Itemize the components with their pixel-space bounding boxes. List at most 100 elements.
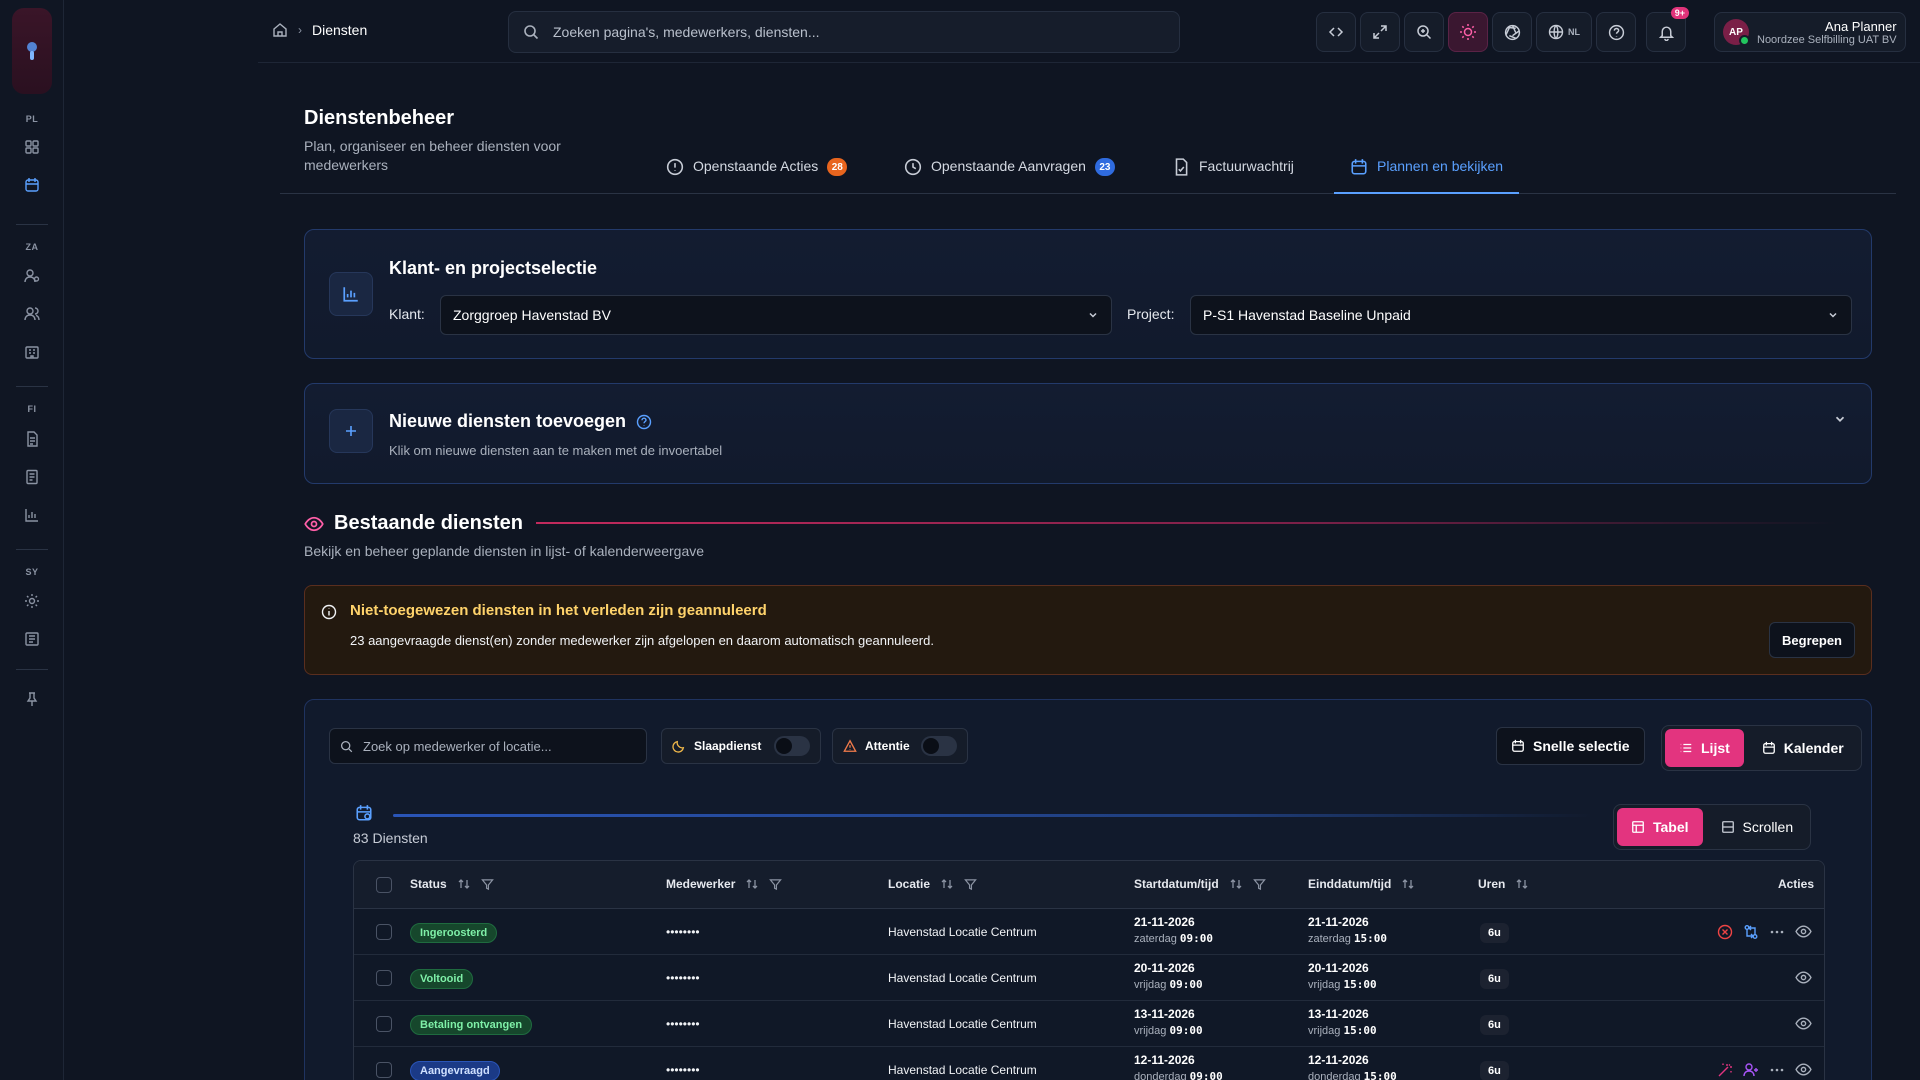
start-date: 20-11-2026 xyxy=(1134,961,1195,975)
column-header-medewerker[interactable]: Medewerker xyxy=(666,877,783,891)
language-button[interactable]: NL xyxy=(1536,12,1592,52)
sort-icon[interactable] xyxy=(1401,878,1415,890)
status-badge: Aangevraagd xyxy=(410,1061,500,1080)
more-options-icon[interactable] xyxy=(1769,1062,1785,1078)
collapse-sidebar-button[interactable] xyxy=(1316,12,1356,52)
table-view-button[interactable]: Tabel xyxy=(1617,808,1703,846)
row-checkbox[interactable] xyxy=(376,924,392,940)
document-icon[interactable] xyxy=(20,427,44,451)
column-header-einddatum[interactable]: Einddatum/tijd xyxy=(1308,877,1415,891)
swap-employee-icon[interactable] xyxy=(1743,924,1759,940)
moon-icon xyxy=(672,740,685,753)
row-checkbox[interactable] xyxy=(376,1062,392,1078)
filter-icon[interactable] xyxy=(769,878,783,891)
fullscreen-button[interactable] xyxy=(1360,12,1400,52)
help-button[interactable] xyxy=(1596,12,1636,52)
start-time: 09:00 xyxy=(1189,1070,1223,1080)
column-header-uren[interactable]: Uren xyxy=(1478,877,1529,891)
users-icon[interactable] xyxy=(20,302,44,326)
calendar-view-button[interactable]: Kalender xyxy=(1748,729,1858,767)
klant-select[interactable]: Zorggroep Havenstad BV xyxy=(440,295,1112,335)
column-header-acties: Acties xyxy=(1778,877,1814,891)
sort-icon[interactable] xyxy=(940,878,954,890)
column-label: Status xyxy=(410,877,447,891)
view-icon[interactable] xyxy=(1795,1015,1812,1032)
rail-divider xyxy=(16,669,48,670)
assign-employee-icon[interactable] xyxy=(1743,1062,1759,1078)
theme-toggle-button[interactable] xyxy=(1448,12,1488,52)
filter-icon[interactable] xyxy=(1252,878,1266,891)
end-day: vrijdag xyxy=(1308,979,1341,991)
employee-location-search-input[interactable]: Zoek op medewerker of locatie... xyxy=(329,728,647,764)
sort-icon[interactable] xyxy=(457,878,471,890)
tab-openstaande-acties[interactable]: Openstaande Acties 28 xyxy=(666,158,848,194)
view-icon[interactable] xyxy=(1795,1061,1812,1078)
column-header-startdatum[interactable]: Startdatum/tijd xyxy=(1134,877,1266,891)
user-settings-icon[interactable] xyxy=(20,264,44,288)
sleep-shift-toggle[interactable]: Slaapdienst xyxy=(661,728,821,764)
help-circle-icon[interactable] xyxy=(636,414,652,430)
attention-switch[interactable] xyxy=(921,736,957,756)
calendar-icon[interactable] xyxy=(20,173,44,197)
view-icon[interactable] xyxy=(1795,969,1812,986)
quick-select-label: Snelle selectie xyxy=(1533,738,1630,754)
rail-divider xyxy=(16,386,48,387)
tab-openstaande-aanvragen[interactable]: Openstaande Aanvragen 23 xyxy=(904,158,1115,194)
filter-icon[interactable] xyxy=(964,878,977,891)
chevron-down-icon[interactable] xyxy=(1833,412,1847,426)
project-select[interactable]: P-S1 Havenstad Baseline Unpaid xyxy=(1190,295,1852,335)
column-header-locatie[interactable]: Locatie xyxy=(888,877,977,891)
scroll-view-button[interactable]: Scrollen xyxy=(1707,808,1808,846)
tab-factuurwachtrij[interactable]: Factuurwachtrij xyxy=(1172,158,1294,194)
attention-toggle[interactable]: Attentie xyxy=(832,728,968,764)
sort-icon[interactable] xyxy=(745,878,759,890)
dashboard-icon[interactable] xyxy=(20,135,44,159)
table-row[interactable]: Voltooid •••••••• Havenstad Locatie Cent… xyxy=(354,955,1824,1001)
employee-cell: •••••••• xyxy=(666,971,700,985)
attention-label: Attentie xyxy=(865,739,910,753)
invoice-icon[interactable] xyxy=(20,465,44,489)
magic-wand-icon[interactable] xyxy=(1717,1062,1733,1078)
top-bar: › Diensten Zoeken pagina's, medewerkers,… xyxy=(258,0,1920,63)
search-placeholder: Zoeken pagina's, medewerkers, diensten..… xyxy=(553,24,820,40)
column-header-status[interactable]: Status xyxy=(410,877,494,891)
log-icon[interactable] xyxy=(20,627,44,651)
table-row[interactable]: Ingeroosterd •••••••• Havenstad Locatie … xyxy=(354,909,1824,955)
more-options-icon[interactable] xyxy=(1769,924,1785,940)
start-day: vrijdag xyxy=(1134,1025,1167,1037)
new-services-card[interactable]: Nieuwe diensten toevoegen Klik om nieuwe… xyxy=(304,383,1872,484)
table-row[interactable]: Aangevraagd •••••••• Havenstad Locatie C… xyxy=(354,1047,1824,1080)
pin-icon[interactable] xyxy=(20,687,44,711)
row-checkbox[interactable] xyxy=(376,970,392,986)
chart-icon[interactable] xyxy=(20,503,44,527)
select-all-checkbox[interactable] xyxy=(376,877,392,893)
row-checkbox[interactable] xyxy=(376,1016,392,1032)
building-icon[interactable] xyxy=(20,340,44,364)
existing-services-title: Bestaande diensten xyxy=(334,512,523,534)
aperture-button[interactable] xyxy=(1492,12,1532,52)
end-date: 13-11-2026 xyxy=(1308,1007,1369,1021)
sort-icon[interactable] xyxy=(1515,878,1529,890)
end-time: 15:00 xyxy=(1343,1024,1377,1037)
home-icon[interactable] xyxy=(272,22,288,38)
user-menu[interactable]: AP Ana Planner Noordzee Selfbilling UAT … xyxy=(1714,12,1906,52)
cancel-icon[interactable] xyxy=(1717,924,1733,940)
breadcrumb-current: Diensten xyxy=(312,22,368,38)
filter-icon[interactable] xyxy=(480,878,494,891)
services-table-card: Zoek op medewerker of locatie... Slaapdi… xyxy=(304,699,1872,1080)
acknowledge-button[interactable]: Begrepen xyxy=(1769,622,1855,658)
gear-icon[interactable] xyxy=(20,589,44,613)
avatar: AP xyxy=(1723,19,1750,46)
zoom-button[interactable] xyxy=(1404,12,1444,52)
sleep-shift-switch[interactable] xyxy=(774,736,810,756)
view-icon[interactable] xyxy=(1795,923,1812,940)
app-logo[interactable] xyxy=(12,8,52,94)
notifications-button[interactable]: 9+ xyxy=(1646,7,1689,52)
row-actions xyxy=(1795,969,1812,986)
tab-plannen-en-bekijken[interactable]: Plannen en bekijken xyxy=(1334,158,1520,194)
list-view-button[interactable]: Lijst xyxy=(1665,729,1744,767)
quick-select-button[interactable]: Snelle selectie xyxy=(1496,727,1645,765)
global-search-input[interactable]: Zoeken pagina's, medewerkers, diensten..… xyxy=(508,11,1180,53)
table-row[interactable]: Betaling ontvangen •••••••• Havenstad Lo… xyxy=(354,1001,1824,1047)
sort-icon[interactable] xyxy=(1229,878,1243,890)
